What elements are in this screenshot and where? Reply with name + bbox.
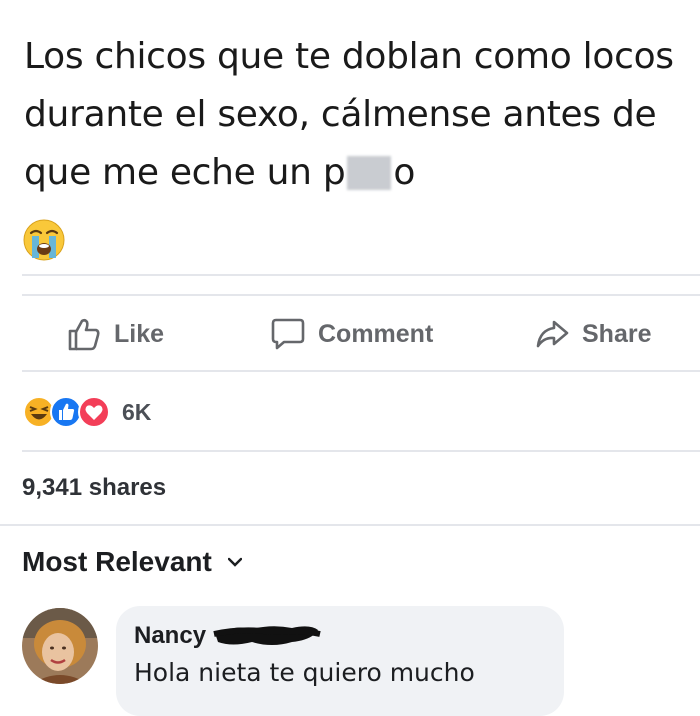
reaction-icons [22,395,118,429]
reactions-summary[interactable]: 6K [22,393,151,431]
shares-count[interactable]: 9,341 shares [22,474,166,502]
post-text: Los chicos que te doblan como locos dura… [24,28,684,202]
love-icon [78,396,110,428]
sort-label: Most Relevant [22,546,212,577]
post-text-line-2: durante el sexo, cálmense antes de [24,94,657,135]
share-arrow-icon [536,320,569,348]
censor-blur [347,156,392,190]
comment-bubble: Nancy Hola nieta te quiero mucho [116,606,564,716]
post-text-line-3-start: que me eche un p [24,152,346,193]
like-button[interactable]: Like [66,314,164,354]
comment-label: Comment [318,319,434,348]
post-text-line-3-end: o [393,152,416,193]
comment-text: Hola nieta te quiero mucho [134,658,475,687]
post-actions-bar: Like Comment Share [0,300,700,370]
comment-button[interactable]: Comment [270,314,433,354]
chevron-down-icon [227,557,242,567]
crying-emoji-icon [23,219,65,261]
comment-bubble-icon [271,318,305,350]
post-text-line-3: que me eche un p o [24,144,684,202]
comment-sort-dropdown[interactable]: Most Relevant [22,546,242,578]
divider [22,294,700,296]
share-button[interactable]: Share [534,314,651,354]
thumbs-up-icon [68,318,100,351]
avatar[interactable] [22,608,98,684]
post-text-line-1: Los chicos que te doblan como locos [24,36,674,77]
divider [22,274,700,276]
redaction-scribble [213,626,321,645]
comment: Nancy Hola nieta te quiero mucho [22,606,700,716]
divider [22,370,700,372]
divider [22,450,700,452]
comment-author[interactable]: Nancy [134,622,206,650]
divider [0,524,700,526]
reaction-count: 6K [122,398,152,425]
like-label: Like [114,319,165,348]
avatar-photo [22,608,98,684]
share-label: Share [582,319,652,348]
